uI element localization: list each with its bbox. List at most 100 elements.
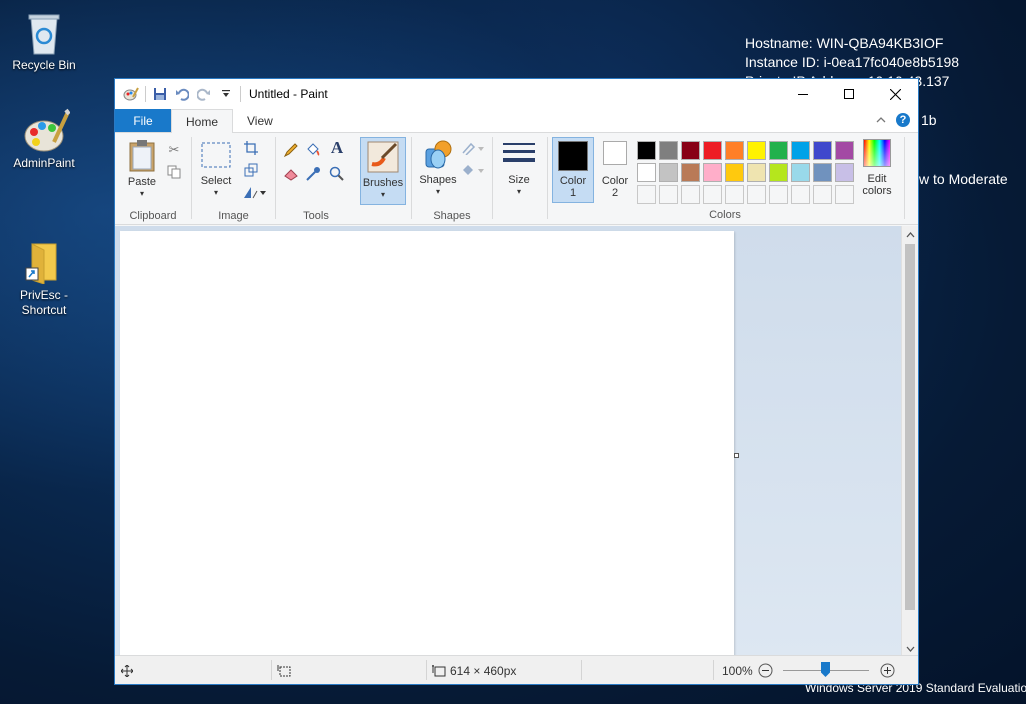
zoom-slider-thumb[interactable]	[821, 662, 830, 677]
custom-color-slot[interactable]	[637, 185, 656, 204]
group-shapes: Shapes ▾ Shapes	[412, 133, 492, 225]
palette-swatch[interactable]	[835, 163, 854, 182]
undo-icon[interactable]	[174, 86, 190, 102]
palette-swatch[interactable]	[835, 141, 854, 160]
redo-icon[interactable]	[196, 86, 212, 102]
cut-icon[interactable]: ✂	[165, 141, 183, 159]
desktop-icon-privesc-shortcut[interactable]: PrivEsc - Shortcut	[4, 210, 84, 333]
tab-file[interactable]: File	[115, 109, 171, 132]
palette-swatch[interactable]	[637, 163, 656, 182]
title-bar: Untitled - Paint	[115, 79, 918, 109]
scroll-up-icon[interactable]	[902, 226, 918, 243]
size-button[interactable]: Size ▾	[499, 141, 539, 198]
canvas-resize-handle-right[interactable]	[734, 453, 739, 458]
crop-icon[interactable]	[242, 139, 260, 157]
help-icon[interactable]: ?	[896, 113, 910, 127]
color-picker-icon[interactable]	[304, 165, 322, 183]
minimize-button[interactable]	[780, 79, 826, 109]
brushes-dropdown-icon: ▾	[380, 190, 385, 199]
tab-view[interactable]: View	[233, 109, 287, 132]
custom-color-slot[interactable]	[703, 185, 722, 204]
brushes-label: Brushes	[362, 177, 404, 189]
brushes-button[interactable]: Brushes ▾	[360, 137, 406, 205]
shapes-dropdown-icon: ▾	[435, 187, 440, 196]
paste-button[interactable]: Paste ▾	[123, 139, 161, 200]
collapse-ribbon-icon[interactable]	[876, 114, 886, 126]
desktop-icon-recycle-bin[interactable]: Recycle Bin	[4, 10, 84, 73]
vertical-scrollbar[interactable]	[901, 226, 918, 657]
size-icon	[503, 143, 535, 162]
image-dimensions: 614 × 460px	[450, 663, 517, 678]
custom-color-slot[interactable]	[769, 185, 788, 204]
pencil-icon[interactable]	[282, 141, 300, 159]
status-divider	[426, 660, 427, 680]
palette-swatch[interactable]	[637, 141, 656, 160]
ribbon-home: Paste ▾ ✂ Clipboard Select ▾ Image A Too…	[115, 133, 918, 225]
color1-swatch	[558, 141, 588, 171]
cursor-position-icon	[121, 656, 133, 684]
paint-app-icon[interactable]	[123, 86, 139, 102]
desktop-icon-adminpaint[interactable]: AdminPaint	[4, 108, 84, 171]
color2-label: Color	[601, 175, 629, 187]
custom-color-slot[interactable]	[791, 185, 810, 204]
eraser-icon[interactable]	[282, 165, 300, 183]
select-button[interactable]: Select ▾	[198, 141, 234, 199]
custom-color-slot[interactable]	[659, 185, 678, 204]
custom-color-slot[interactable]	[747, 185, 766, 204]
paint-palette-icon	[22, 108, 71, 152]
palette-swatch[interactable]	[769, 141, 788, 160]
fill-icon[interactable]	[460, 161, 486, 179]
edit-colors-button[interactable]: Edit colors	[859, 139, 895, 197]
palette-swatch[interactable]	[659, 163, 678, 182]
window-title: Untitled - Paint	[249, 87, 328, 101]
paste-label: Paste	[127, 176, 157, 188]
drawing-canvas[interactable]	[120, 231, 734, 657]
text-tool-icon[interactable]: A	[328, 138, 346, 157]
custom-color-slot[interactable]	[681, 185, 700, 204]
resize-icon[interactable]	[242, 161, 260, 179]
status-divider	[713, 660, 714, 680]
palette-swatch[interactable]	[681, 163, 700, 182]
tab-home[interactable]: Home	[171, 109, 234, 133]
status-bar: 614 × 460px 100%	[115, 655, 918, 684]
palette-swatch[interactable]	[725, 163, 744, 182]
custom-color-slot[interactable]	[813, 185, 832, 204]
scrollbar-thumb[interactable]	[905, 244, 915, 610]
maximize-button[interactable]	[826, 79, 872, 109]
palette-swatch[interactable]	[725, 141, 744, 160]
save-icon[interactable]	[152, 86, 168, 102]
bginfo-hostname: Hostname: WIN-QBA94KB3IOF	[745, 35, 944, 51]
shapes-icon	[425, 140, 452, 169]
rotate-icon[interactable]	[242, 183, 268, 201]
palette-swatch[interactable]	[747, 163, 766, 182]
palette-swatch[interactable]	[813, 163, 832, 182]
select-label: Select	[200, 175, 232, 187]
palette-swatch[interactable]	[681, 141, 700, 160]
custom-color-slot[interactable]	[835, 185, 854, 204]
palette-swatch[interactable]	[747, 141, 766, 160]
palette-swatch[interactable]	[703, 141, 722, 160]
zoom-level: 100%	[722, 663, 753, 678]
color1-button[interactable]: Color 1	[552, 137, 594, 203]
zoom-in-icon[interactable]	[880, 656, 895, 684]
palette-swatch[interactable]	[791, 163, 810, 182]
palette-swatch[interactable]	[791, 141, 810, 160]
color1-number: 1	[569, 187, 577, 199]
copy-icon[interactable]	[165, 163, 183, 181]
fill-bucket-icon[interactable]	[304, 141, 322, 159]
palette-swatch[interactable]	[769, 163, 788, 182]
outline-icon[interactable]	[460, 139, 486, 157]
palette-swatch[interactable]	[659, 141, 678, 160]
close-button[interactable]	[872, 79, 918, 109]
quick-access-toolbar	[115, 79, 241, 109]
palette-swatch[interactable]	[703, 163, 722, 182]
zoom-out-icon[interactable]	[758, 656, 773, 684]
canvas-workspace	[115, 226, 903, 657]
group-image: Select ▾ Image	[192, 133, 275, 225]
customize-qat-icon[interactable]	[218, 86, 234, 102]
custom-color-slot[interactable]	[725, 185, 744, 204]
color2-button[interactable]: Color 2	[597, 141, 633, 199]
magnifier-icon[interactable]	[328, 165, 346, 183]
shapes-button[interactable]: Shapes ▾	[418, 139, 458, 198]
palette-swatch[interactable]	[813, 141, 832, 160]
